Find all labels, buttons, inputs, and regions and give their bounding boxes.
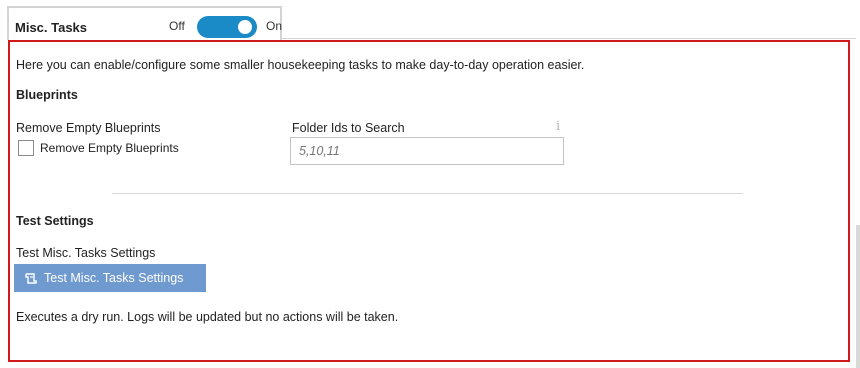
test-settings-label: Test Misc. Tasks Settings: [16, 246, 156, 260]
toggle-off-label: Off: [169, 19, 185, 33]
folder-ids-input[interactable]: [290, 137, 564, 165]
test-description: Executes a dry run. Logs will be updated…: [16, 310, 399, 324]
misc-tasks-tab-header: Misc. Tasks Off On: [7, 6, 282, 40]
enable-toggle[interactable]: [197, 16, 257, 38]
intro-text: Here you can enable/configure some small…: [16, 58, 585, 72]
blueprints-section-title: Blueprints: [16, 88, 78, 102]
test-settings-section-title: Test Settings: [16, 214, 94, 228]
misc-tasks-settings-page: Misc. Tasks Off On Here you can enable/c…: [0, 0, 860, 368]
folder-ids-label: Folder Ids to Search: [292, 121, 405, 135]
section-divider: [112, 193, 743, 194]
tab-title: Misc. Tasks: [15, 20, 88, 35]
remove-empty-blueprints-label: Remove Empty Blueprints: [16, 121, 161, 135]
misc-tasks-panel: Here you can enable/configure some small…: [8, 40, 850, 362]
test-misc-tasks-button[interactable]: Test Misc. Tasks Settings: [14, 264, 206, 292]
scrollbar[interactable]: [856, 225, 860, 368]
remove-empty-blueprints-checkbox[interactable]: [18, 140, 34, 156]
toggle-on-label: On: [266, 19, 283, 33]
info-icon[interactable]: i: [556, 119, 560, 134]
remove-empty-blueprints-checkbox-label[interactable]: Remove Empty Blueprints: [40, 141, 179, 155]
test-button-label: Test Misc. Tasks Settings: [44, 271, 184, 285]
test-script-icon: [25, 273, 37, 284]
toggle-knob: [238, 20, 252, 34]
tab-strip-line: [282, 38, 856, 39]
